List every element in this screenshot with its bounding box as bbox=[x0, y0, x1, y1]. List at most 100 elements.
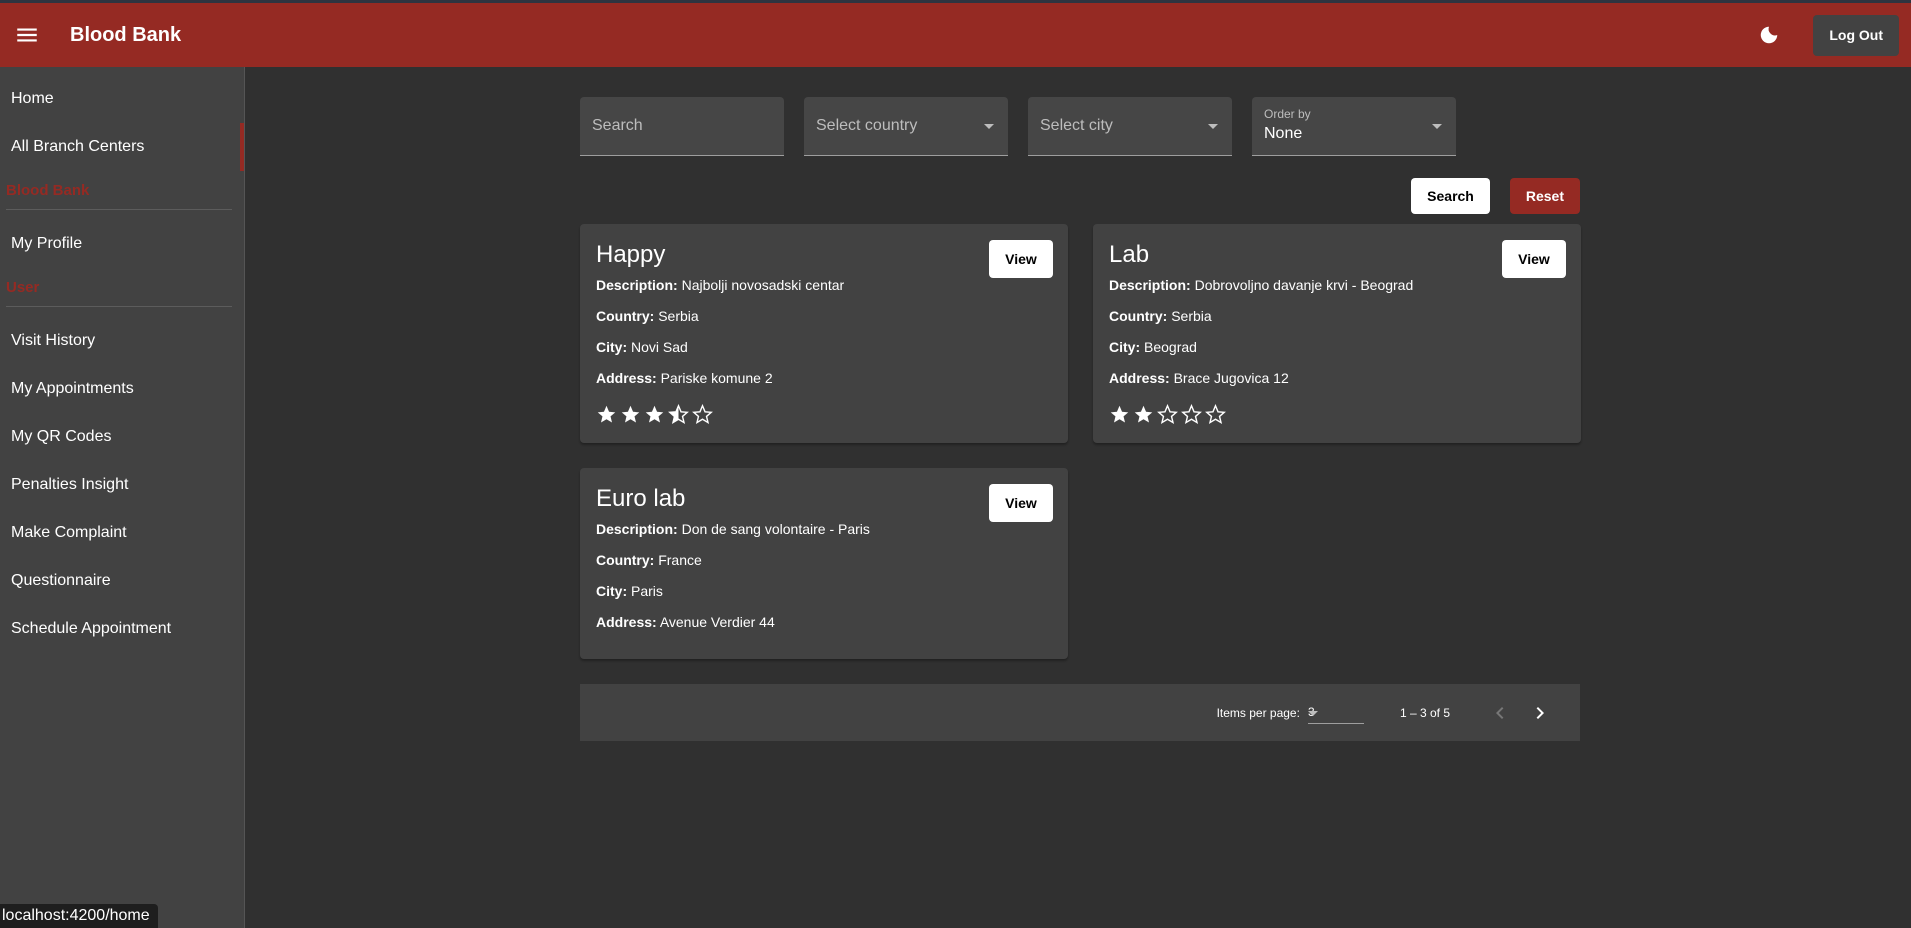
sidebar: Home All Branch Centers Blood Bank My Pr… bbox=[0, 67, 245, 928]
card-title: Happy bbox=[596, 241, 666, 268]
order-by-value: None bbox=[1264, 125, 1303, 142]
card-city-label: City: bbox=[596, 583, 628, 599]
previous-page-button[interactable] bbox=[1480, 693, 1520, 733]
dropdown-arrow-icon bbox=[1307, 710, 1318, 716]
city-select-placeholder: Select city bbox=[1040, 117, 1113, 134]
card-city-label: City: bbox=[1109, 339, 1141, 355]
search-input[interactable] bbox=[580, 97, 784, 155]
chevron-left-icon bbox=[1496, 706, 1504, 719]
card-description-value: Dobrovoljno davanje krvi - Beograd bbox=[1194, 277, 1414, 293]
paginator: Items per page: 3 1 – 3 of 5 bbox=[580, 684, 1580, 741]
star-empty-icon bbox=[1181, 403, 1202, 424]
sidebar-section-blood-bank: Blood Bank bbox=[6, 182, 90, 199]
card-address-label: Address: bbox=[596, 614, 657, 630]
next-page-button[interactable] bbox=[1520, 693, 1560, 733]
card-description: Description: Don de sang volontaire - Pa… bbox=[596, 520, 1053, 551]
star-half-icon bbox=[668, 403, 689, 424]
dropdown-arrow-icon bbox=[984, 124, 994, 129]
sidebar-item-visit-history[interactable]: Visit History bbox=[0, 317, 244, 365]
star-empty-icon bbox=[1157, 403, 1178, 424]
star-empty-icon bbox=[1205, 403, 1226, 424]
star-full-icon bbox=[597, 405, 616, 423]
card-city: City: Paris bbox=[596, 582, 1053, 613]
sidebar-divider bbox=[6, 306, 232, 307]
menu-button[interactable] bbox=[0, 3, 54, 67]
dropdown-arrow-icon bbox=[1432, 124, 1442, 129]
filter-actions: Search Reset bbox=[580, 178, 1580, 214]
sidebar-item-questionnaire[interactable]: Questionnaire bbox=[0, 557, 244, 605]
sidebar-item-schedule-appointment[interactable]: Schedule Appointment bbox=[0, 605, 244, 653]
items-per-page-label: Items per page: bbox=[1216, 705, 1300, 720]
card-description-label: Description: bbox=[596, 277, 678, 293]
card-city: City: Beograd bbox=[1109, 338, 1566, 369]
card-description-label: Description: bbox=[1109, 277, 1191, 293]
card-description: Description: Najbolji novosadski centar bbox=[596, 276, 1053, 307]
card-description: Description: Dobrovoljno davanje krvi - … bbox=[1109, 276, 1566, 307]
card-country-value: Serbia bbox=[1171, 308, 1212, 324]
sidebar-item-make-complaint[interactable]: Make Complaint bbox=[0, 509, 244, 557]
card-city-value: Paris bbox=[631, 583, 663, 599]
card-address: Address: Brace Jugovica 12 bbox=[1109, 369, 1566, 400]
card-address-label: Address: bbox=[1109, 370, 1170, 386]
view-button[interactable]: View bbox=[989, 484, 1053, 522]
sidebar-section-user: User bbox=[6, 279, 40, 296]
card-address-value: Avenue Verdier 44 bbox=[659, 614, 775, 630]
star-rating bbox=[596, 400, 1053, 428]
city-select[interactable]: Select city bbox=[1028, 97, 1232, 156]
status-url-tooltip: localhost:4200/home bbox=[0, 904, 158, 928]
card-country: Country: Serbia bbox=[1109, 307, 1566, 338]
search-field[interactable] bbox=[580, 97, 784, 156]
card-title: Lab bbox=[1109, 241, 1150, 268]
order-by-select[interactable]: Order by None bbox=[1252, 97, 1456, 156]
reset-button[interactable]: Reset bbox=[1509, 178, 1580, 214]
star-rating bbox=[1109, 400, 1566, 428]
card-country-label: Country: bbox=[596, 308, 655, 324]
star-full-icon bbox=[1110, 405, 1129, 423]
app-title: Blood Bank bbox=[70, 23, 182, 46]
card-country-value: France bbox=[658, 552, 702, 568]
sidebar-item-my-appointments[interactable]: My Appointments bbox=[0, 365, 244, 413]
card-address: Address: Avenue Verdier 44 bbox=[596, 613, 1053, 644]
star-full-icon bbox=[645, 405, 664, 423]
sidebar-item-my-profile[interactable]: My Profile bbox=[0, 220, 244, 268]
sidebar-item-home[interactable]: Home bbox=[0, 75, 244, 123]
card-country: Country: Serbia bbox=[596, 307, 1053, 338]
menu-icon bbox=[17, 28, 37, 42]
theme-toggle-button[interactable] bbox=[1745, 11, 1793, 59]
page-range-label: 1 – 3 of 5 bbox=[1399, 705, 1450, 720]
main-content: Select country Select city Order by None… bbox=[580, 97, 1581, 741]
card-country-label: Country: bbox=[1109, 308, 1168, 324]
items-per-page-select[interactable]: 3 bbox=[1307, 702, 1364, 724]
country-select[interactable]: Select country bbox=[804, 97, 1008, 156]
sidebar-divider bbox=[6, 209, 232, 210]
moon-icon bbox=[1761, 26, 1778, 44]
sidebar-item-my-qr-codes[interactable]: My QR Codes bbox=[0, 413, 244, 461]
logout-button[interactable]: Log Out bbox=[1813, 14, 1899, 56]
card-country-value: Serbia bbox=[658, 308, 699, 324]
branch-center-card: Euro lab View Description: Don de sang vol… bbox=[580, 468, 1068, 659]
view-button[interactable]: View bbox=[1502, 240, 1566, 278]
card-country-label: Country: bbox=[596, 552, 655, 568]
view-button[interactable]: View bbox=[989, 240, 1053, 278]
card-country: Country: France bbox=[596, 551, 1053, 582]
top-toolbar: Blood Bank Log Out bbox=[0, 0, 1911, 67]
star-full-icon bbox=[621, 405, 640, 423]
sidebar-item-all-branch-centers[interactable]: All Branch Centers bbox=[0, 123, 244, 171]
branch-center-card: Lab View Description: Dobrovoljno davanje … bbox=[1093, 224, 1581, 443]
branch-center-card: Happy View Description: Najbolji novosadsk… bbox=[580, 224, 1068, 443]
sidebar-item-penalties-insight[interactable]: Penalties Insight bbox=[0, 461, 244, 509]
card-address: Address: Pariske komune 2 bbox=[596, 369, 1053, 400]
search-button[interactable]: Search bbox=[1411, 178, 1490, 214]
card-description-value: Don de sang volontaire - Paris bbox=[681, 521, 870, 537]
card-title: Euro lab bbox=[596, 485, 686, 512]
star-full-icon bbox=[1134, 405, 1153, 423]
card-city-value: Novi Sad bbox=[631, 339, 688, 355]
card-city: City: Novi Sad bbox=[596, 338, 1053, 369]
card-description-value: Najbolji novosadski centar bbox=[681, 277, 845, 293]
dropdown-arrow-icon bbox=[1208, 124, 1218, 129]
order-by-label: Order by bbox=[1264, 107, 1311, 121]
filter-bar: Select country Select city Order by None bbox=[580, 97, 1580, 156]
card-city-label: City: bbox=[596, 339, 628, 355]
chevron-right-icon bbox=[1536, 706, 1544, 719]
card-city-value: Beograd bbox=[1144, 339, 1197, 355]
